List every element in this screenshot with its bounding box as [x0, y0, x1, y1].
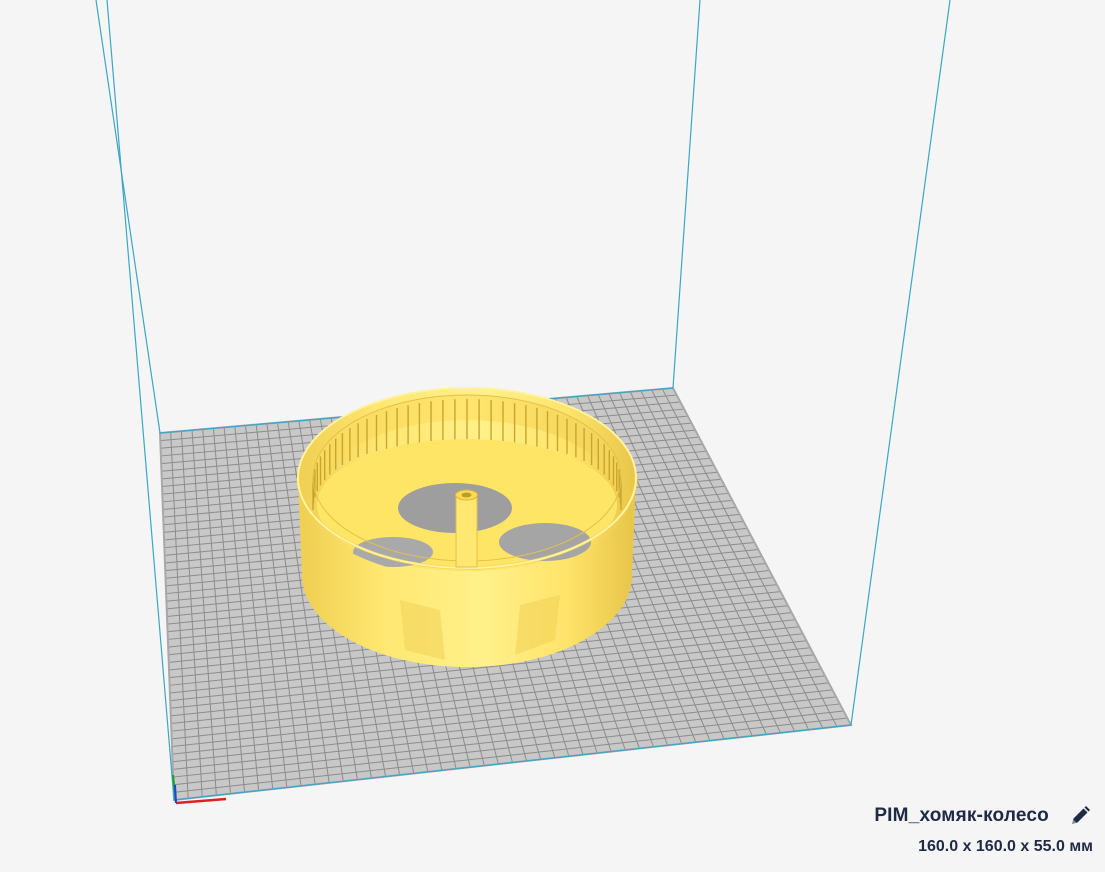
3d-viewport[interactable]: PIM_хомяк-колесо 160.0 x 160.0 x 55.0 мм — [0, 0, 1105, 872]
wheel-axle — [455, 494, 478, 568]
wheel-hole — [499, 523, 591, 561]
object-name: PIM_хомяк-колесо — [874, 805, 1049, 826]
object-info-panel: PIM_хомяк-колесо 160.0 x 160.0 x 55.0 мм — [874, 803, 1093, 856]
pencil-icon — [1072, 806, 1090, 824]
edit-name-button[interactable] — [1067, 803, 1093, 829]
scene-canvas[interactable] — [0, 0, 1105, 872]
z-axis — [174, 784, 177, 804]
object-dimensions: 160.0 x 160.0 x 55.0 мм — [918, 838, 1093, 855]
wheel-hole — [398, 483, 512, 533]
wheel-model[interactable] — [296, 387, 638, 667]
